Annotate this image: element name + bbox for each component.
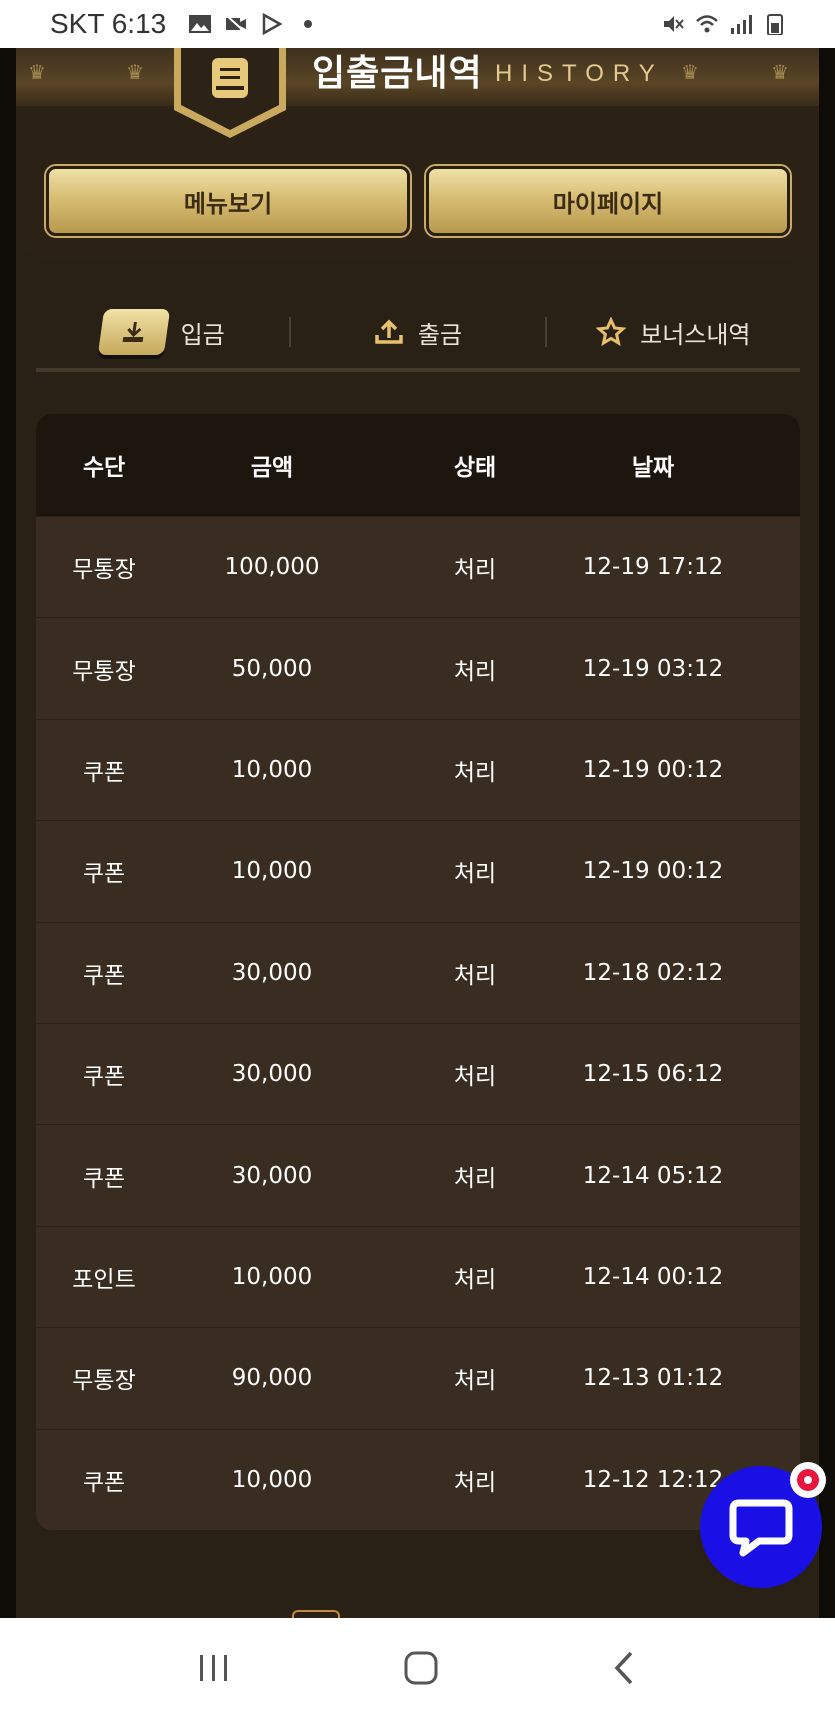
tab-withdraw[interactable]: 출금	[291, 315, 544, 350]
cell-method: 쿠폰	[82, 759, 126, 786]
chat-bubble-icon	[729, 1499, 793, 1557]
table-row: 쿠폰 10,000 처리 12-19 00:12	[36, 718, 800, 821]
cell-method: 무통장	[72, 658, 136, 685]
cell-date: 12-18 02:12	[582, 959, 724, 986]
cell-status: 처리	[453, 759, 497, 786]
home-icon[interactable]	[403, 1650, 439, 1686]
table-row: 무통장 90,000 처리 12-13 01:12	[36, 1327, 800, 1429]
cell-date: 12-19 17:12	[582, 554, 724, 581]
page-subtitle: HISTORY	[495, 60, 664, 87]
table-header: 수단 금액 상태 날짜	[36, 414, 800, 516]
signal-icon	[731, 15, 752, 34]
table-row: 쿠폰 10,000 처리 12-19 00:12	[36, 820, 800, 922]
cell-amount: 90,000	[231, 1365, 313, 1392]
cell-method: 쿠폰	[82, 861, 126, 888]
menu-button[interactable]: 메뉴보기	[46, 166, 410, 236]
mypage-button[interactable]: 마이페이지	[426, 166, 790, 236]
cell-date: 12-19 00:12	[582, 756, 724, 783]
cell-method: 포인트	[72, 1266, 136, 1293]
cell-date: 12-19 00:12	[582, 858, 724, 885]
crown-icon: ♛	[681, 60, 699, 84]
cell-method: 쿠폰	[82, 1064, 126, 1091]
carrier-time: SKT 6:13	[50, 8, 167, 39]
table-row: 무통장 50,000 처리 12-19 03:12	[36, 617, 800, 719]
upload-icon	[375, 319, 403, 344]
tab-deposit[interactable]: 입금	[36, 309, 289, 355]
history-tabs: 입금 출금 보너스내역	[36, 296, 800, 372]
column-header-amount: 금액	[250, 455, 294, 481]
column-header-date: 날짜	[631, 455, 675, 481]
table-row: 쿠폰 30,000 처리 12-14 05:12	[36, 1124, 800, 1226]
download-icon	[97, 309, 170, 355]
system-navigation-bar	[0, 1618, 835, 1717]
table-row: 포인트 10,000 처리 12-14 00:12	[36, 1225, 800, 1328]
cell-method: 무통장	[72, 557, 136, 584]
history-table: 수단 금액 상태 날짜 무통장 100,000 처리 12-19 17:12 무…	[36, 414, 800, 1530]
video-off-icon	[225, 14, 247, 34]
history-emblem-icon	[174, 48, 286, 138]
cell-amount: 30,000	[231, 959, 313, 986]
cell-date: 12-19 03:12	[582, 655, 724, 682]
cell-status: 처리	[453, 1266, 497, 1293]
tab-deposit-label: 입금	[180, 320, 225, 349]
cell-status: 처리	[453, 658, 497, 685]
gallery-icon	[189, 15, 212, 33]
cell-amount: 30,000	[231, 1061, 313, 1088]
cell-method: 무통장	[72, 1368, 136, 1395]
table-row: 쿠폰 30,000 처리 12-18 02:12	[36, 921, 800, 1023]
crown-icon: ♛	[771, 60, 789, 84]
star-icon	[596, 317, 627, 347]
crown-icon: ♛	[126, 60, 144, 84]
cell-status: 처리	[453, 1368, 497, 1395]
back-icon[interactable]	[611, 1650, 639, 1686]
recent-apps-icon[interactable]	[196, 1652, 232, 1684]
cell-status: 처리	[453, 1469, 497, 1496]
cell-status: 처리	[453, 557, 497, 584]
cell-method: 쿠폰	[82, 962, 126, 989]
cell-amount: 10,000	[231, 756, 313, 783]
cell-date: 12-12 12:12	[582, 1466, 724, 1493]
cell-status: 처리	[453, 861, 497, 888]
play-store-icon	[262, 13, 283, 35]
cell-status: 처리	[453, 1064, 497, 1091]
cell-amount: 10,000	[231, 1263, 313, 1290]
cell-amount: 50,000	[231, 655, 313, 682]
column-header-method: 수단	[82, 455, 126, 481]
dot-icon	[304, 20, 313, 28]
tab-bonus-label: 보너스내역	[640, 320, 751, 349]
cell-method: 쿠폰	[82, 1165, 126, 1192]
battery-icon	[767, 14, 783, 35]
cell-status: 처리	[453, 1165, 497, 1192]
cell-amount: 10,000	[231, 858, 313, 885]
table-row: 쿠폰 10,000 처리 12-12 12:12	[36, 1428, 800, 1530]
cell-date: 12-14 00:12	[582, 1263, 724, 1290]
cell-amount: 10,000	[231, 1466, 313, 1493]
cell-date: 12-15 06:12	[582, 1061, 724, 1088]
table-row: 무통장 100,000 처리 12-19 17:12	[36, 516, 800, 618]
tab-withdraw-label: 출금	[417, 320, 463, 349]
crown-icon: ♛	[28, 60, 46, 84]
cell-amount: 100,000	[224, 554, 320, 581]
notification-badge	[790, 1462, 826, 1498]
wifi-icon	[696, 15, 718, 33]
cell-method: 쿠폰	[82, 1469, 126, 1496]
cell-date: 12-13 01:12	[582, 1365, 724, 1392]
status-bar: SKT 6:13	[0, 0, 835, 48]
tab-bonus[interactable]: 보너스내역	[547, 315, 800, 350]
mute-icon	[664, 16, 684, 32]
cell-date: 12-14 05:12	[582, 1162, 724, 1189]
column-header-status: 상태	[453, 455, 497, 481]
table-row: 쿠폰 30,000 처리 12-15 06:12	[36, 1022, 800, 1125]
cell-status: 처리	[453, 962, 497, 989]
page-title: 입출금내역	[312, 53, 483, 94]
cell-amount: 30,000	[231, 1162, 313, 1189]
